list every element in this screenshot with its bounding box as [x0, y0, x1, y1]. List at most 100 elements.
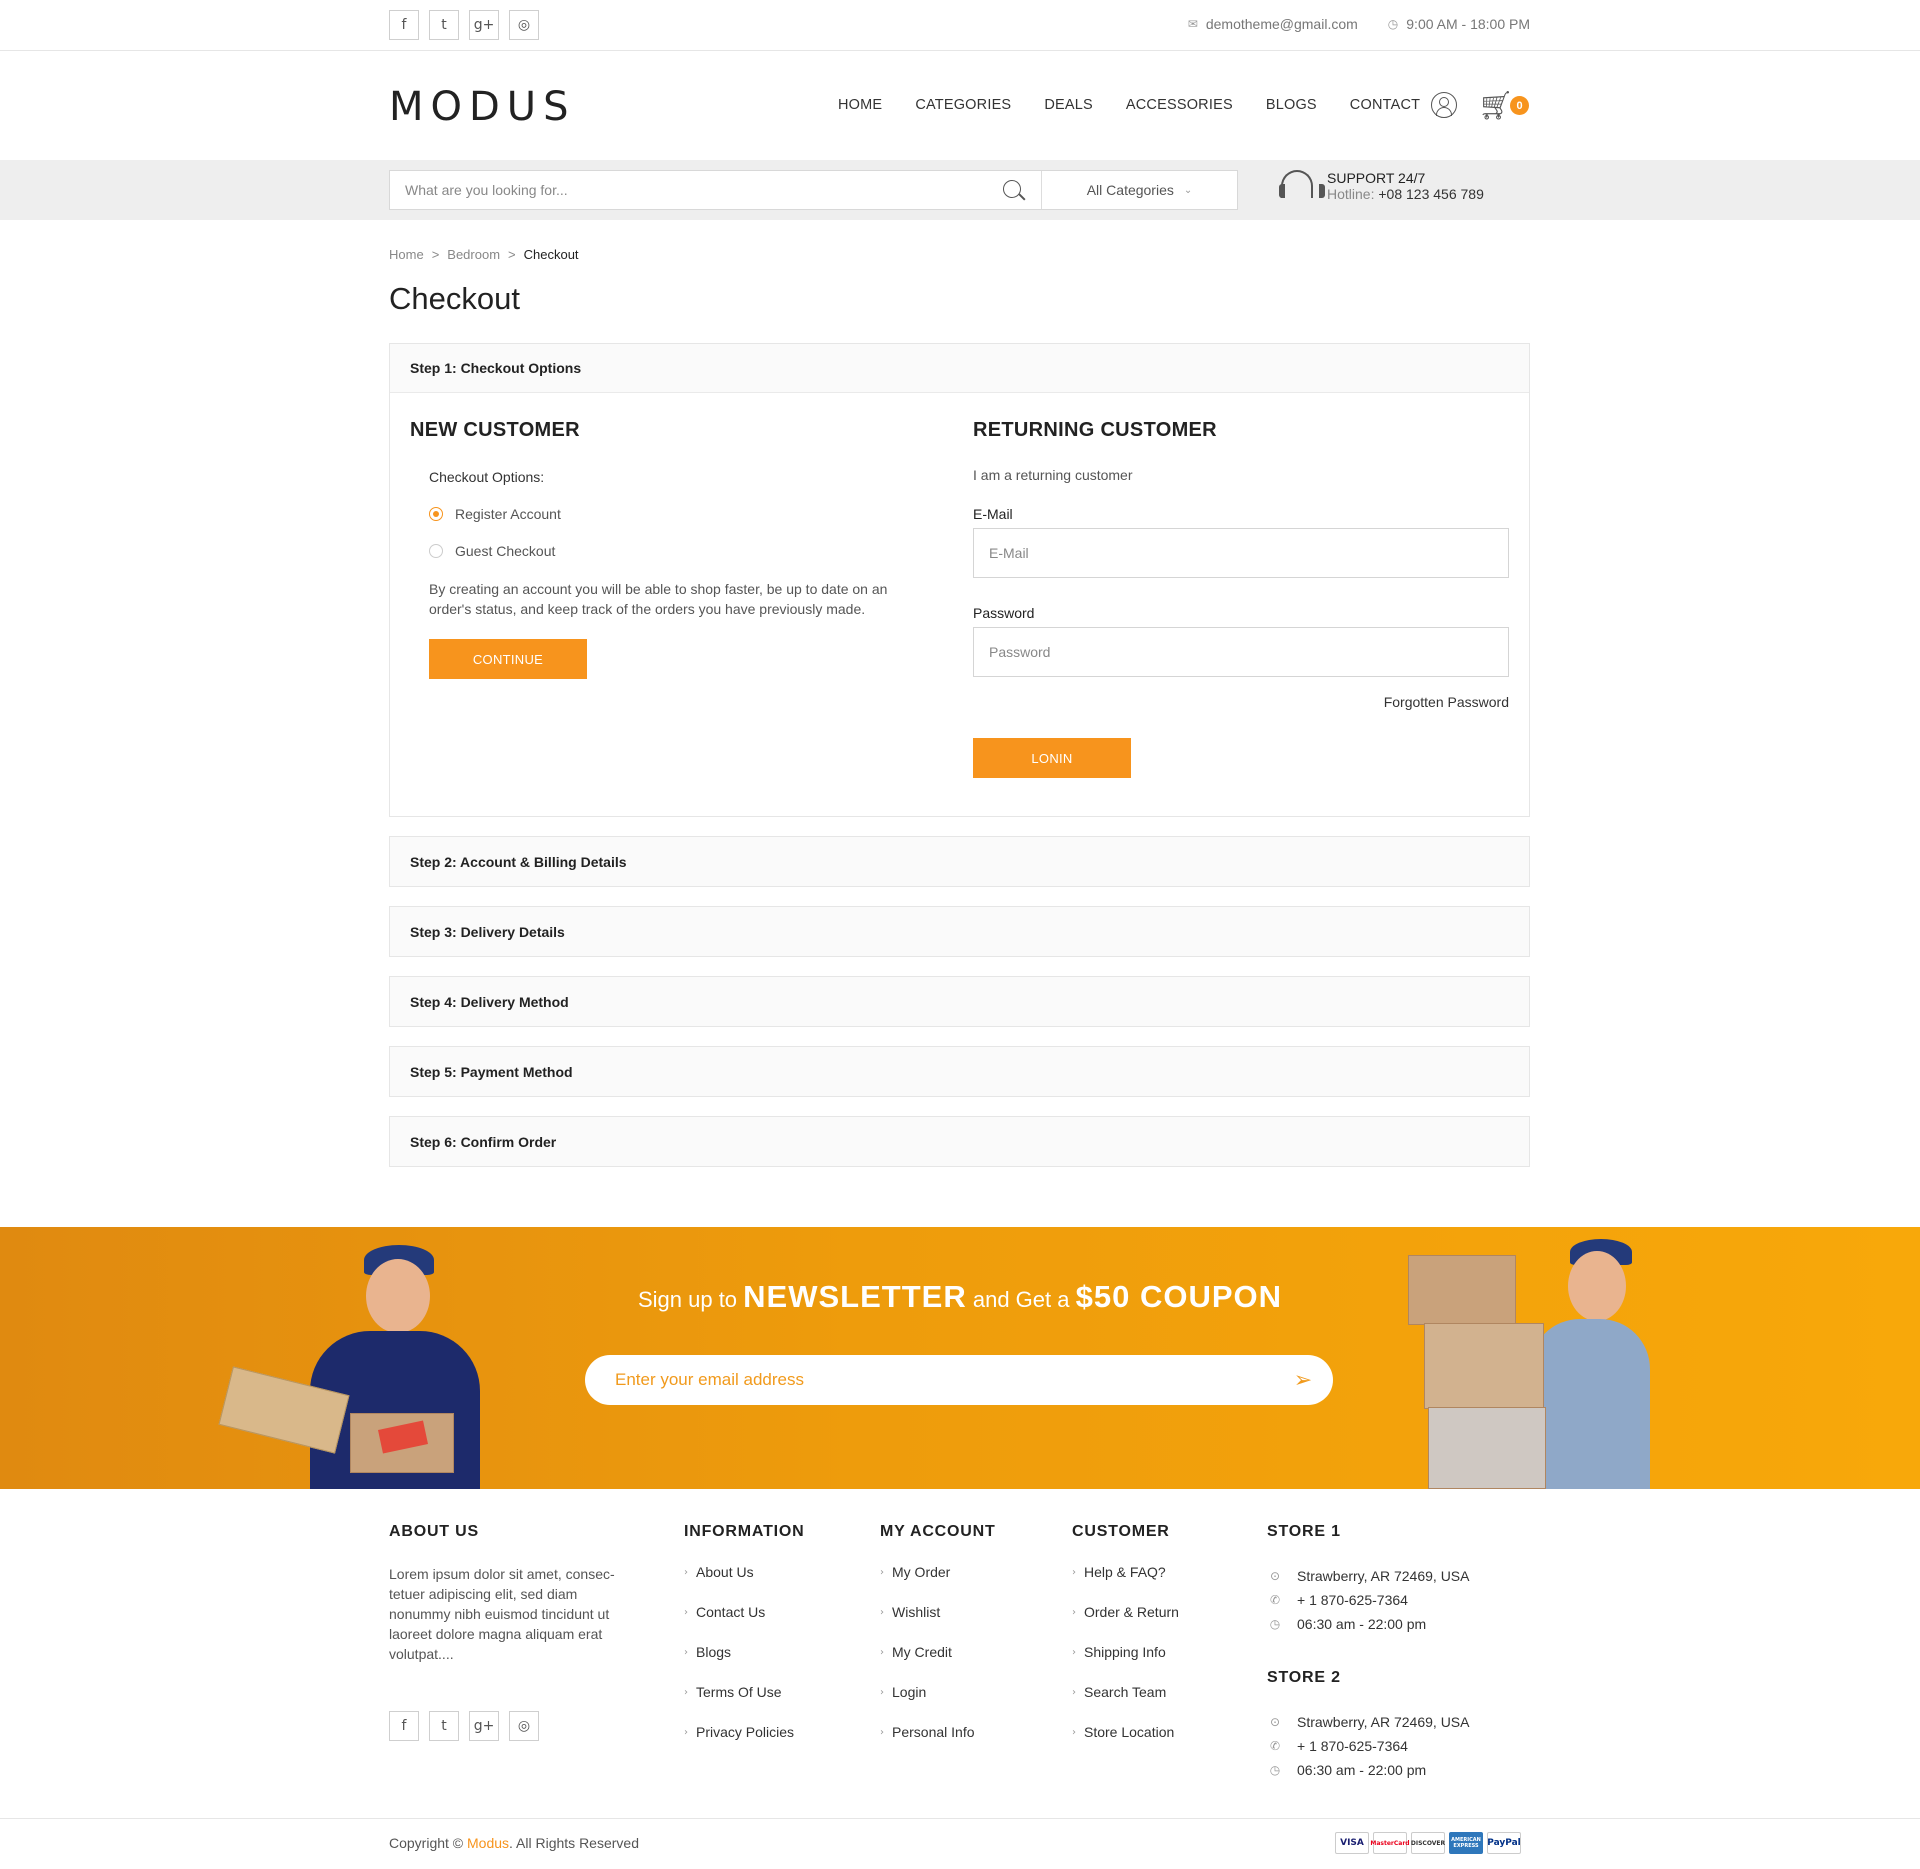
step-2-header[interactable]: Step 2: Account & Billing Details	[390, 837, 1529, 886]
site-logo[interactable]: MODUS	[389, 84, 575, 130]
breadcrumb-current: Checkout	[523, 247, 579, 262]
forgotten-password-link[interactable]: Forgotten Password	[973, 694, 1509, 710]
footer-link-login[interactable]: › Login	[880, 1684, 996, 1724]
footer-link-label: Store Location	[1084, 1724, 1175, 1740]
send-icon[interactable]: ➢	[1273, 1368, 1333, 1393]
top-contact-info: ✉ demotheme@gmail.com ◷ 9:00 AM - 18:00 PM	[1188, 16, 1530, 32]
footer-link-personal-info[interactable]: › Personal Info	[880, 1724, 996, 1764]
password-field[interactable]	[973, 627, 1509, 677]
guest-checkout-radio[interactable]	[429, 544, 443, 558]
step-3-panel[interactable]: Step 3: Delivery Details	[389, 906, 1530, 957]
store-1-phone: ✆ + 1 870-625-7364	[1267, 1588, 1469, 1612]
main-header: MODUS HOME CATEGORIES DEALS ACCESSORIES …	[0, 51, 1920, 160]
footer-link-terms[interactable]: › Terms Of Use	[684, 1684, 805, 1724]
step-3-header[interactable]: Step 3: Delivery Details	[390, 907, 1529, 956]
breadcrumb-home[interactable]: Home	[389, 247, 424, 262]
store-address-text: Strawberry, AR 72469, USA	[1297, 1714, 1470, 1730]
step-2-panel[interactable]: Step 2: Account & Billing Details	[389, 836, 1530, 887]
nav-contact[interactable]: CONTACT	[1350, 97, 1420, 113]
footer-link-label: Shipping Info	[1084, 1644, 1166, 1660]
copyright-brand-link[interactable]: Modus	[467, 1835, 509, 1851]
login-button[interactable]: LONIN	[973, 738, 1131, 778]
instagram-icon[interactable]: ◎	[509, 10, 539, 40]
contact-email[interactable]: demotheme@gmail.com	[1206, 16, 1358, 32]
store-phone-text: + 1 870-625-7364	[1297, 1738, 1408, 1754]
store-2-phone: ✆ + 1 870-625-7364	[1267, 1734, 1469, 1758]
footer-link-search-team[interactable]: › Search Team	[1072, 1684, 1179, 1724]
guest-checkout-label: Guest Checkout	[455, 543, 556, 559]
shopping-cart-icon[interactable]: 🛒︎	[1478, 89, 1514, 122]
store-1-address: ⊙ Strawberry, AR 72469, USA	[1267, 1564, 1470, 1588]
phone-icon: ✆	[1269, 1739, 1281, 1753]
instagram-icon[interactable]: ◎	[509, 1711, 539, 1741]
user-account-icon[interactable]	[1431, 92, 1457, 118]
guest-checkout-option[interactable]: Guest Checkout	[429, 543, 930, 559]
footer-link-my-credit[interactable]: › My Credit	[880, 1644, 996, 1684]
american-express-icon: AMERICAN EXPRESS	[1449, 1832, 1483, 1854]
main-nav: HOME CATEGORIES DEALS ACCESSORIES BLOGS …	[838, 97, 1420, 113]
google-plus-icon[interactable]: g+	[469, 10, 499, 40]
chevron-right-icon: ›	[684, 1607, 688, 1618]
map-pin-icon: ⊙	[1269, 1569, 1281, 1583]
chevron-right-icon: ›	[684, 1647, 688, 1658]
step-4-panel[interactable]: Step 4: Delivery Method	[389, 976, 1530, 1027]
store-phone-text: + 1 870-625-7364	[1297, 1592, 1408, 1608]
new-customer-description: By creating an account you will be able …	[429, 581, 888, 617]
footer-divider	[0, 1818, 1920, 1819]
clock-icon: ◷	[1387, 17, 1399, 31]
footer-link-blogs[interactable]: › Blogs	[684, 1644, 805, 1684]
payment-methods: VISA MasterCard DISCOVER AMERICAN EXPRES…	[1335, 1832, 1521, 1854]
footer-link-label: My Order	[892, 1564, 951, 1580]
newsletter-highlight: NEWSLETTER	[743, 1279, 967, 1314]
twitter-icon[interactable]: t	[429, 1711, 459, 1741]
step-6-header[interactable]: Step 6: Confirm Order	[390, 1117, 1529, 1166]
google-plus-icon[interactable]: g+	[469, 1711, 499, 1741]
nav-categories[interactable]: CATEGORIES	[915, 97, 1011, 113]
step-4-header[interactable]: Step 4: Delivery Method	[390, 977, 1529, 1026]
page-title: Checkout	[389, 281, 520, 316]
search-input[interactable]	[390, 171, 986, 209]
search-icon[interactable]	[986, 171, 1042, 209]
continue-button[interactable]: CONTINUE	[429, 639, 587, 679]
footer-link-contact-us[interactable]: › Contact Us	[684, 1604, 805, 1644]
chevron-right-icon: ›	[880, 1647, 884, 1658]
facebook-icon[interactable]: f	[389, 10, 419, 40]
nav-deals[interactable]: DEALS	[1044, 97, 1093, 113]
hotline-label: Hotline:	[1327, 186, 1375, 202]
footer-customer: CUSTOMER › Help & FAQ? › Order & Return › S…	[1072, 1523, 1179, 1764]
twitter-icon[interactable]: t	[429, 10, 459, 40]
newsletter-email-input[interactable]	[585, 1370, 1273, 1390]
footer-link-help-faq[interactable]: › Help & FAQ?	[1072, 1564, 1179, 1604]
newsletter-mid-text: and Get a	[972, 1287, 1070, 1312]
step-5-header[interactable]: Step 5: Payment Method	[390, 1047, 1529, 1096]
step-1-header[interactable]: Step 1: Checkout Options	[390, 344, 1529, 393]
store-2-title: STORE 2	[1267, 1669, 1341, 1686]
footer-social-links: f t g+ ◎	[389, 1711, 539, 1741]
footer-link-label: About Us	[696, 1564, 754, 1580]
category-select[interactable]: All Categories ⌄	[1042, 182, 1237, 198]
footer-link-about-us[interactable]: › About Us	[684, 1564, 805, 1604]
breadcrumb-bedroom[interactable]: Bedroom	[447, 247, 500, 262]
nav-home[interactable]: HOME	[838, 97, 882, 113]
discover-card-icon: DISCOVER	[1411, 1832, 1445, 1854]
footer-link-store-location[interactable]: › Store Location	[1072, 1724, 1179, 1764]
footer-link-privacy[interactable]: › Privacy Policies	[684, 1724, 805, 1764]
footer-information: INFORMATION › About Us › Contact Us › Blogs…	[684, 1523, 805, 1764]
step-6-panel[interactable]: Step 6: Confirm Order	[389, 1116, 1530, 1167]
nav-blogs[interactable]: BLOGS	[1266, 97, 1317, 113]
headset-icon	[1279, 168, 1325, 204]
store-1-title: STORE 1	[1267, 1523, 1341, 1540]
register-account-label: Register Account	[455, 506, 561, 522]
footer-link-wishlist[interactable]: › Wishlist	[880, 1604, 996, 1644]
nav-accessories[interactable]: ACCESSORIES	[1126, 97, 1233, 113]
footer-link-order-return[interactable]: › Order & Return	[1072, 1604, 1179, 1644]
footer-link-my-order[interactable]: › My Order	[880, 1564, 996, 1604]
footer-link-shipping-info[interactable]: › Shipping Info	[1072, 1644, 1179, 1684]
email-field[interactable]	[973, 528, 1509, 578]
facebook-icon[interactable]: f	[389, 1711, 419, 1741]
step-5-panel[interactable]: Step 5: Payment Method	[389, 1046, 1530, 1097]
breadcrumb-separator: >	[431, 247, 440, 262]
store-hours-text: 06:30 am - 22:00 pm	[1297, 1616, 1427, 1632]
register-account-option[interactable]: Register Account	[429, 506, 930, 522]
register-account-radio[interactable]	[429, 507, 443, 521]
